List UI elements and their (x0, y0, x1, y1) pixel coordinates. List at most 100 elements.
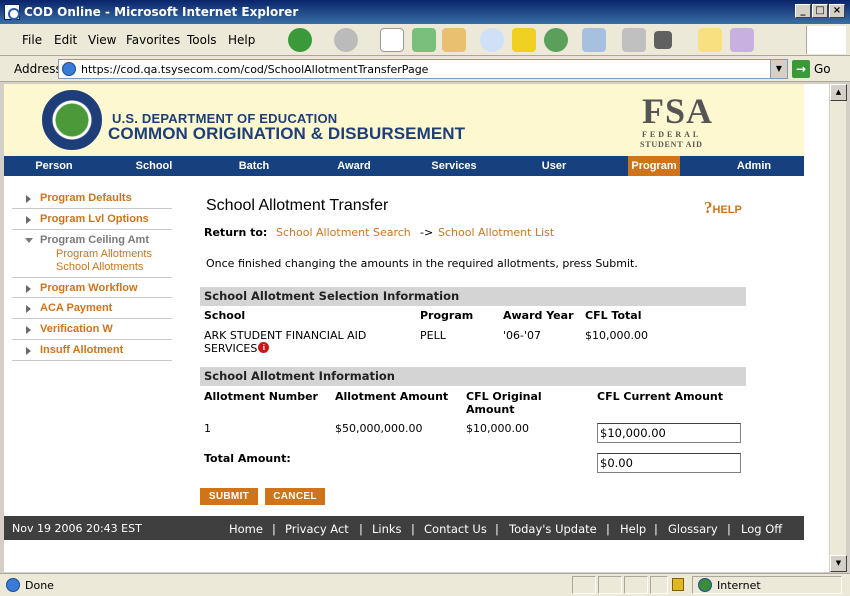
footer-separator: | (727, 522, 731, 536)
menu-tools[interactable]: Tools (187, 33, 217, 47)
col-cfl-current-amount: CFL Current Amount (597, 390, 724, 403)
nav-batch[interactable]: Batch (226, 156, 282, 176)
menu-help[interactable]: Help (228, 33, 255, 47)
cfl-current-amount-input[interactable] (597, 423, 741, 443)
nav-program[interactable]: Program (628, 156, 680, 176)
cfl-total-value: $10,000.00 (585, 329, 648, 342)
school-name-line2: SERVICES i (204, 342, 270, 355)
home-icon[interactable] (442, 28, 466, 52)
footer-separator: | (495, 522, 499, 536)
window-title: COD Online - Microsoft Internet Explorer (24, 5, 299, 19)
total-amount-field[interactable] (597, 453, 741, 473)
col-program: Program (420, 309, 474, 322)
department-seal-icon (42, 90, 102, 150)
expand-arrow-icon (26, 326, 31, 334)
status-pane (572, 576, 596, 594)
leftnav-verification-w[interactable]: Verification W (12, 319, 172, 340)
nav-admin[interactable]: Admin (726, 156, 782, 176)
address-dropdown-icon[interactable]: ▼ (770, 60, 787, 78)
leftnav-program-workflow[interactable]: Program Workflow (12, 277, 172, 298)
status-pane (624, 576, 648, 594)
leftnav-program-lvl-options[interactable]: Program Lvl Options (12, 209, 172, 230)
cancel-button[interactable]: CANCEL (265, 488, 325, 505)
footer-home-link[interactable]: Home (229, 522, 263, 536)
refresh-icon[interactable] (412, 28, 436, 52)
status-pane (650, 576, 668, 594)
page-done-icon (6, 578, 20, 592)
go-button[interactable]: Go (814, 62, 831, 76)
expand-arrow-icon (26, 305, 31, 313)
selection-section-header: School Allotment Selection Information (200, 287, 746, 306)
stop-icon[interactable] (380, 28, 404, 52)
submit-button[interactable]: SUBMIT (200, 488, 258, 505)
expand-arrow-icon (26, 347, 31, 355)
footer-todays-update-link[interactable]: Today's Update (509, 522, 597, 536)
vertical-scrollbar[interactable]: ▲ ▼ (829, 84, 847, 572)
nav-person[interactable]: Person (26, 156, 82, 176)
leftnav-aca-payment[interactable]: ACA Payment (12, 298, 172, 319)
school-allotment-list-link[interactable]: School Allotment List (438, 226, 554, 239)
menu-file[interactable]: File (22, 33, 42, 47)
help-question-icon: ? (704, 198, 713, 217)
system-name: COMMON ORIGINATION & DISBURSEMENT (108, 124, 466, 143)
address-url[interactable]: https://cod.qa.tsysecom.com/cod/SchoolAl… (81, 63, 428, 76)
maximize-button[interactable]: □ (812, 4, 828, 18)
favorites-icon[interactable] (512, 28, 536, 52)
col-school: School (204, 309, 246, 322)
footer-separator: | (654, 522, 658, 536)
nav-school[interactable]: School (126, 156, 182, 176)
page-viewport: U.S. DEPARTMENT OF EDUCATION COMMON ORIG… (4, 84, 829, 572)
page-icon (62, 62, 76, 76)
col-cfl-original-line2: Amount (466, 403, 515, 416)
scroll-up-icon[interactable]: ▲ (830, 84, 847, 101)
nav-award[interactable]: Award (326, 156, 382, 176)
footer-privacy-act-link[interactable]: Privacy Act (285, 522, 349, 536)
ie-app-icon (4, 4, 20, 20)
ssl-lock-icon (672, 578, 684, 591)
leftnav-program-defaults[interactable]: Program Defaults (12, 188, 172, 209)
footer-separator: | (359, 522, 363, 536)
forward-icon[interactable] (334, 28, 358, 52)
info-icon[interactable]: i (258, 342, 270, 353)
footer-glossary-link[interactable]: Glossary (668, 522, 718, 536)
col-cfl-original-line1: CFL Original (466, 390, 542, 403)
school-allotment-search-link[interactable]: School Allotment Search (276, 226, 411, 239)
help-link[interactable]: ?HELP (704, 198, 742, 218)
leftnav-school-allotments[interactable]: School Allotments (56, 261, 143, 273)
window-title-bar: COD Online - Microsoft Internet Explorer… (0, 0, 850, 24)
status-text: Done (25, 579, 54, 592)
footer-log-off-link[interactable]: Log Off (741, 522, 782, 536)
edit-icon[interactable] (654, 31, 672, 49)
allotment-amount-value: $50,000,000.00 (335, 422, 423, 435)
go-arrow-icon[interactable]: → (792, 60, 810, 78)
status-bar: Done Internet (0, 573, 850, 596)
back-icon[interactable] (288, 28, 312, 52)
menu-edit[interactable]: Edit (54, 33, 77, 47)
footer-links-link[interactable]: Links (372, 522, 402, 536)
scroll-down-icon[interactable]: ▼ (830, 555, 847, 572)
search-icon[interactable] (480, 28, 504, 52)
research-icon[interactable] (730, 28, 754, 52)
fsa-logo: FSA FEDERAL STUDENT AID (640, 91, 714, 149)
minimize-button[interactable]: _ (795, 4, 811, 18)
nav-services[interactable]: Services (422, 156, 486, 176)
mail-icon[interactable] (582, 28, 606, 52)
address-field[interactable]: https://cod.qa.tsysecom.com/cod/SchoolAl… (58, 59, 788, 79)
print-icon[interactable] (622, 28, 646, 52)
footer-contact-us-link[interactable]: Contact Us (424, 522, 487, 536)
history-icon[interactable] (544, 28, 568, 52)
expand-arrow-icon (26, 285, 31, 293)
leftnav-insuff-allotment[interactable]: Insuff Allotment (12, 340, 172, 361)
address-label: Address (14, 62, 62, 76)
footer-separator: | (606, 522, 610, 536)
leftnav-program-allotments[interactable]: Program Allotments (56, 248, 152, 260)
internet-zone-icon (698, 578, 712, 592)
discuss-icon[interactable] (698, 28, 722, 52)
cfl-original-value: $10,000.00 (466, 422, 529, 435)
nav-user[interactable]: User (526, 156, 582, 176)
close-button[interactable]: × (829, 4, 845, 18)
menu-favorites[interactable]: Favorites (126, 33, 180, 47)
menu-view[interactable]: View (88, 33, 116, 47)
footer-help-link[interactable]: Help (620, 522, 646, 536)
footer-separator: | (272, 522, 276, 536)
